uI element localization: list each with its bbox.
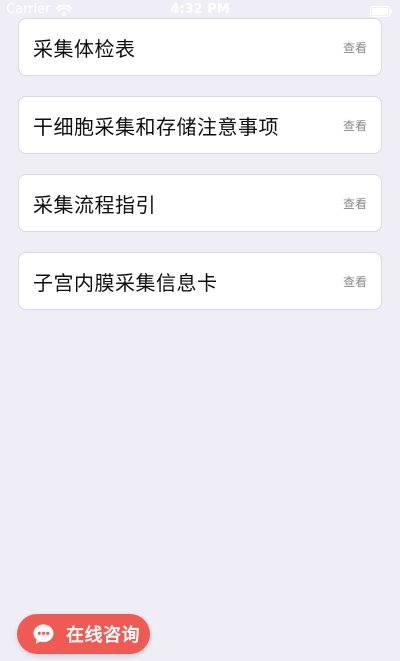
wifi-icon <box>56 4 73 17</box>
chat-bubble-icon <box>31 622 56 647</box>
status-time: 4:32 PM <box>170 2 230 17</box>
carrier-label: Carrier <box>6 2 51 17</box>
view-link[interactable]: 查看 <box>343 39 367 56</box>
item-title: 采集体检表 <box>33 36 136 61</box>
consult-button-label: 在线咨询 <box>66 625 140 646</box>
view-link[interactable]: 查看 <box>343 273 367 290</box>
item-title: 子宫内膜采集信息卡 <box>33 270 218 295</box>
list-item[interactable]: 子宫内膜采集信息卡 查看 <box>18 252 382 310</box>
online-consult-button[interactable]: 在线咨询 <box>17 614 150 654</box>
list-item[interactable]: 采集流程指引 查看 <box>18 174 382 232</box>
view-link[interactable]: 查看 <box>343 195 367 212</box>
view-link[interactable]: 查看 <box>343 117 367 134</box>
item-title: 采集流程指引 <box>33 192 156 217</box>
item-title: 干细胞采集和存储注意事项 <box>33 114 279 139</box>
document-list: 采集体检表 查看 干细胞采集和存储注意事项 查看 采集流程指引 查看 子宫内膜采… <box>18 18 382 330</box>
battery-icon <box>370 4 392 17</box>
status-left: Carrier <box>6 0 73 20</box>
list-item[interactable]: 采集体检表 查看 <box>18 18 382 76</box>
list-item[interactable]: 干细胞采集和存储注意事项 查看 <box>18 96 382 154</box>
status-bar: Carrier 4:32 PM <box>0 0 400 20</box>
